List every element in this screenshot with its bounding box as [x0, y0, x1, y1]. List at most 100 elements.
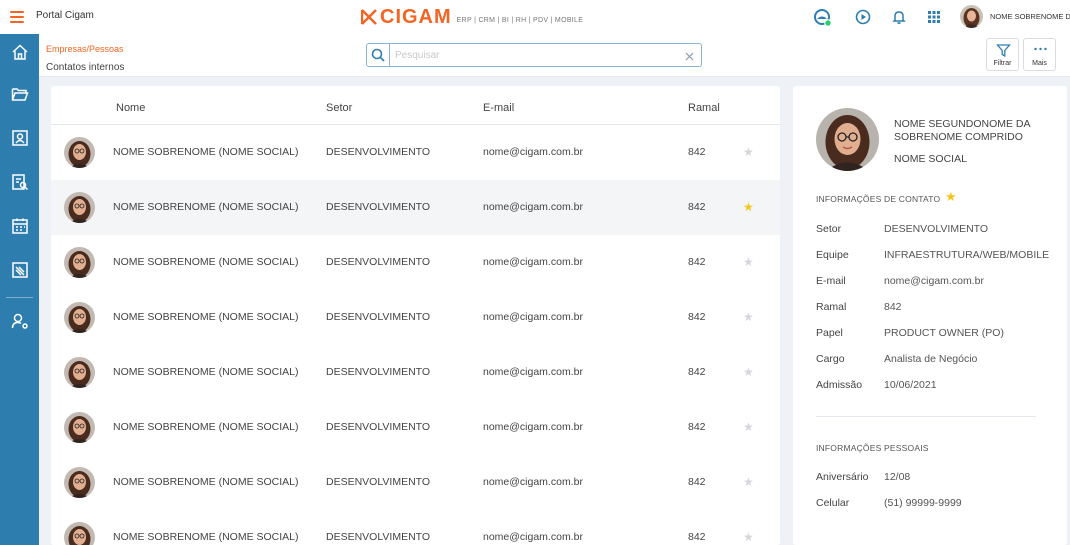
calendar-icon[interactable]: [11, 217, 29, 235]
contact-field-value: DESENVOLVIMENTO: [884, 223, 989, 235]
table-row[interactable]: NOME SOBRENOME (NOME SOCIAL) DESENVOLVIME…: [51, 400, 780, 455]
contacts-icon[interactable]: [11, 129, 29, 147]
favorite-star-icon[interactable]: ★: [945, 190, 957, 203]
table-row[interactable]: NOME SOBRENOME (NOME SOCIAL) DESENVOLVIME…: [51, 125, 780, 180]
bell-icon[interactable]: [890, 8, 908, 26]
contact-field-value: PRODUCT OWNER (PO): [884, 327, 1004, 339]
row-name: NOME SOBRENOME (NOME SOCIAL): [113, 421, 299, 433]
clear-icon[interactable]: [684, 49, 695, 61]
contact-photo: [816, 108, 879, 171]
detail-divider: [816, 416, 1036, 417]
table-row[interactable]: NOME SOBRENOME (NOME SOCIAL) DESENVOLVIME…: [51, 290, 780, 345]
row-email: nome@cigam.com.br: [483, 366, 583, 378]
row-sector: DESENVOLVIMENTO: [326, 476, 431, 488]
table-row[interactable]: NOME SOBRENOME (NOME SOCIAL) DESENVOLVIME…: [51, 510, 780, 545]
row-avatar: [64, 302, 95, 333]
page-title: Contatos internos: [46, 62, 125, 73]
breadcrumb[interactable]: Empresas/Pessoas: [46, 44, 124, 54]
personal-field-value: 12/08: [884, 471, 911, 483]
search-input[interactable]: [395, 47, 665, 63]
contact-field-label: Admissão: [816, 379, 863, 391]
user-name[interactable]: NOME SOBRENOME D...: [990, 12, 1070, 21]
row-name: NOME SOBRENOME (NOME SOCIAL): [113, 201, 299, 213]
row-sector: DESENVOLVIMENTO: [326, 256, 431, 268]
favorite-star-icon[interactable]: ★: [743, 201, 754, 214]
row-name: NOME SOBRENOME (NOME SOCIAL): [113, 146, 299, 158]
row-extension: 842: [688, 421, 706, 433]
row-avatar: [64, 357, 95, 388]
favorite-star-icon[interactable]: ★: [743, 421, 754, 434]
row-avatar: [64, 467, 95, 498]
favorite-star-icon[interactable]: ★: [743, 531, 754, 544]
row-email: nome@cigam.com.br: [483, 146, 583, 158]
row-email: nome@cigam.com.br: [483, 421, 583, 433]
logo-subtitle: ERP | CRM | BI | RH | PDV | MOBILE: [456, 17, 584, 24]
row-sector: DESENVOLVIMENTO: [326, 311, 431, 323]
cigam-logo[interactable]: CIGAM ERP | CRM | BI | RH | PDV | MOBILE: [361, 6, 583, 28]
contact-field-label: E-mail: [816, 275, 846, 287]
user-settings-icon[interactable]: [11, 312, 29, 330]
apps-grid-icon[interactable]: [925, 8, 943, 26]
filter-label: Filtrar: [993, 60, 1012, 67]
cigam-logo-icon: [361, 9, 377, 25]
favorite-star-icon[interactable]: ★: [743, 476, 754, 489]
home-icon[interactable]: [11, 43, 29, 61]
row-avatar: [64, 192, 95, 223]
row-extension: 842: [688, 201, 706, 213]
row-name: NOME SOBRENOME (NOME SOCIAL): [113, 531, 299, 543]
column-header-sector[interactable]: Setor: [326, 102, 352, 114]
top-bar: Portal Cigam CIGAM ERP | CRM | BI | RH |…: [0, 0, 1070, 35]
table-row[interactable]: NOME SOBRENOME (NOME SOCIAL) DESENVOLVIME…: [51, 345, 780, 400]
table-row[interactable]: NOME SOBRENOME (NOME SOCIAL) DESENVOLVIME…: [51, 180, 780, 235]
favorite-star-icon[interactable]: ★: [743, 366, 754, 379]
portal-title: Portal Cigam: [36, 10, 94, 21]
column-header-name[interactable]: Nome: [116, 102, 145, 114]
directory-icon[interactable]: [11, 173, 29, 191]
column-header-email[interactable]: E-mail: [483, 102, 514, 114]
personal-field-label: Aniversário: [816, 471, 869, 483]
more-label: Mais: [1032, 60, 1047, 67]
contact-field-value: Analista de Negócio: [884, 353, 978, 365]
contact-detail-panel: NOME SEGUNDONOME DA SOBRENOME COMPRIDO N…: [793, 86, 1067, 545]
contact-field-label: Ramal: [816, 301, 847, 313]
favorite-star-icon[interactable]: ★: [743, 146, 754, 159]
page-header: Empresas/Pessoas Contatos internos Filtr…: [39, 34, 1070, 77]
contact-full-name: NOME SEGUNDONOME DA SOBRENOME COMPRIDO: [894, 118, 1030, 143]
contact-field-label: Setor: [816, 223, 842, 235]
play-circle-icon[interactable]: [854, 8, 872, 26]
row-extension: 842: [688, 256, 706, 268]
row-sector: DESENVOLVIMENTO: [326, 531, 431, 543]
row-sector: DESENVOLVIMENTO: [326, 146, 431, 158]
logo-text: CIGAM: [380, 5, 452, 28]
more-button[interactable]: Mais: [1023, 38, 1056, 71]
sidebar-divider: [6, 297, 33, 298]
column-header-extension[interactable]: Ramal: [688, 102, 720, 114]
menu-icon[interactable]: [10, 11, 24, 23]
row-extension: 842: [688, 531, 706, 543]
filter-icon: [996, 44, 1011, 58]
contact-field-value: INFRAESTRUTURA/WEB/MOBILE: [884, 249, 1050, 261]
favorite-star-icon[interactable]: ★: [743, 311, 754, 324]
row-sector: DESENVOLVIMENTO: [326, 201, 431, 213]
row-name: NOME SOBRENOME (NOME SOCIAL): [113, 256, 299, 268]
support-icon[interactable]: [813, 8, 832, 27]
search-icon[interactable]: [367, 44, 390, 66]
table-row[interactable]: NOME SOBRENOME (NOME SOCIAL) DESENVOLVIME…: [51, 235, 780, 290]
folder-icon[interactable]: [11, 85, 29, 103]
row-sector: DESENVOLVIMENTO: [326, 421, 431, 433]
row-extension: 842: [688, 146, 706, 158]
row-email: nome@cigam.com.br: [483, 531, 583, 543]
row-email: nome@cigam.com.br: [483, 201, 583, 213]
filter-button[interactable]: Filtrar: [986, 38, 1019, 71]
contact-field-label: Cargo: [816, 353, 845, 365]
row-avatar: [64, 247, 95, 278]
row-sector: DESENVOLVIMENTO: [326, 366, 431, 378]
row-avatar: [64, 137, 95, 168]
favorite-star-icon[interactable]: ★: [743, 256, 754, 269]
row-email: nome@cigam.com.br: [483, 256, 583, 268]
user-avatar[interactable]: [960, 5, 983, 28]
reports-icon[interactable]: [11, 261, 29, 279]
table-row[interactable]: NOME SOBRENOME (NOME SOCIAL) DESENVOLVIME…: [51, 455, 780, 510]
row-avatar: [64, 522, 95, 545]
contact-social-name: NOME SOCIAL: [894, 153, 967, 165]
